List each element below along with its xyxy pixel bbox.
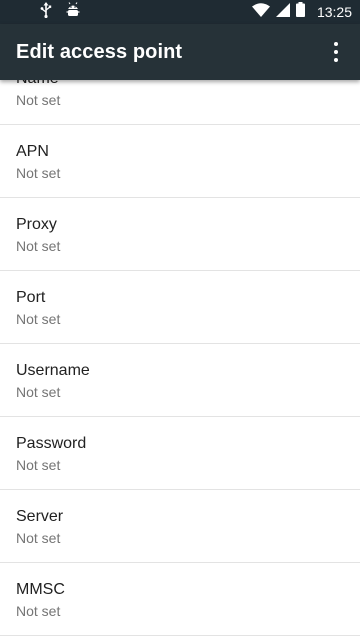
more-vert-icon-dot [334, 58, 338, 62]
status-bar: 13:25 [0, 0, 360, 24]
more-vert-icon [334, 42, 338, 46]
setting-summary: Not set [16, 384, 61, 400]
setting-title: Password [16, 435, 87, 452]
android-debug-icon [66, 1, 80, 23]
setting-summary: Not set [16, 603, 61, 619]
setting-title: APN [16, 143, 49, 160]
setting-item-proxy[interactable]: Proxy Not set [0, 199, 360, 271]
more-options-button[interactable] [324, 40, 348, 64]
app-bar: Edit access point [0, 24, 360, 80]
status-time: 13:25 [316, 4, 352, 20]
setting-summary: Not set [16, 457, 61, 473]
system-status-icons: 13:25 [251, 2, 352, 22]
setting-item-apn[interactable]: APN Not set [0, 126, 360, 198]
battery-icon [295, 2, 305, 22]
setting-item-mmsc[interactable]: MMSC Not set [0, 564, 360, 636]
more-vert-icon-dot [334, 50, 338, 54]
setting-title: Username [16, 362, 90, 379]
setting-title: Port [16, 289, 46, 306]
setting-summary: Not set [16, 165, 61, 181]
setting-item-password[interactable]: Password Not set [0, 418, 360, 490]
wifi-icon [251, 2, 270, 22]
signal-icon [275, 2, 290, 22]
setting-summary: Not set [16, 311, 61, 327]
setting-item-server[interactable]: Server Not set [0, 491, 360, 563]
setting-summary: Not set [16, 92, 61, 108]
usb-icon [40, 1, 52, 23]
setting-summary: Not set [16, 238, 61, 254]
setting-item-username[interactable]: Username Not set [0, 345, 360, 417]
notification-icons [40, 1, 80, 23]
setting-title: MMSC [16, 581, 65, 598]
setting-title: Server [16, 508, 64, 525]
setting-title: Proxy [16, 216, 57, 233]
page-title: Edit access point [16, 41, 183, 63]
setting-item-port[interactable]: Port Not set [0, 272, 360, 344]
setting-summary: Not set [16, 530, 61, 546]
